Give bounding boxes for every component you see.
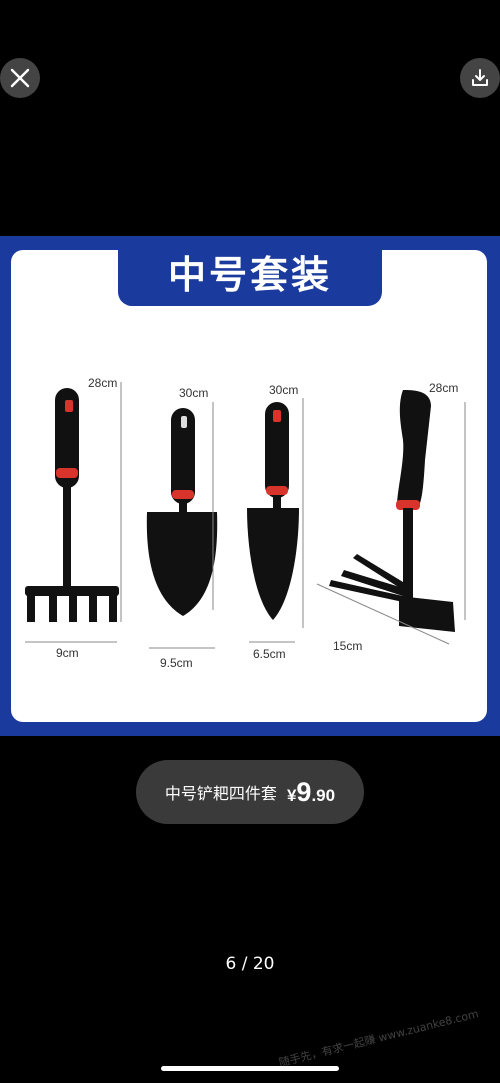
hoe-fork-height-label: 28cm — [429, 381, 459, 395]
product-card: 28cm 9cm 30cm 9.5cm 30cm 6.5cm 28cm 15cm — [11, 250, 487, 722]
product-price-tag[interactable]: 中号铲耙四件套 ¥9.90 — [136, 760, 364, 824]
wide-trowel-height-label: 30cm — [179, 386, 209, 400]
product-name: 中号铲耙四件套 — [164, 784, 277, 803]
home-indicator[interactable] — [161, 1066, 339, 1071]
hoe-fork-tool — [316, 390, 466, 645]
price-integer: 9 — [296, 776, 312, 807]
rake-tool — [25, 382, 122, 643]
download-icon — [472, 69, 488, 86]
currency-symbol: ¥ — [286, 785, 297, 805]
image-counter: 6 / 20 — [225, 954, 275, 974]
tools-illustration — [25, 382, 466, 649]
wide-trowel-tool — [146, 402, 218, 649]
product-price: ¥9.90 — [287, 777, 335, 808]
narrow-trowel-width-label: 6.5cm — [253, 647, 286, 661]
narrow-trowel-height-label: 30cm — [269, 383, 299, 397]
rake-height-label: 28cm — [88, 376, 118, 390]
watermark: 随手先，有求一起赚 www.zuanke8.com — [277, 1007, 480, 1070]
hoe-fork-width-label: 15cm — [333, 639, 363, 653]
close-button[interactable] — [0, 58, 40, 98]
set-title-banner: 中号套装 — [118, 236, 382, 306]
download-button[interactable] — [460, 58, 500, 98]
product-image[interactable]: 28cm 9cm 30cm 9.5cm 30cm 6.5cm 28cm 15cm — [0, 236, 500, 736]
price-decimal: .90 — [311, 785, 336, 805]
close-icon — [10, 68, 30, 88]
narrow-trowel-tool — [247, 398, 304, 643]
wide-trowel-width-label: 9.5cm — [160, 656, 193, 670]
set-title: 中号套装 — [167, 252, 332, 297]
rake-width-label: 9cm — [56, 646, 79, 660]
